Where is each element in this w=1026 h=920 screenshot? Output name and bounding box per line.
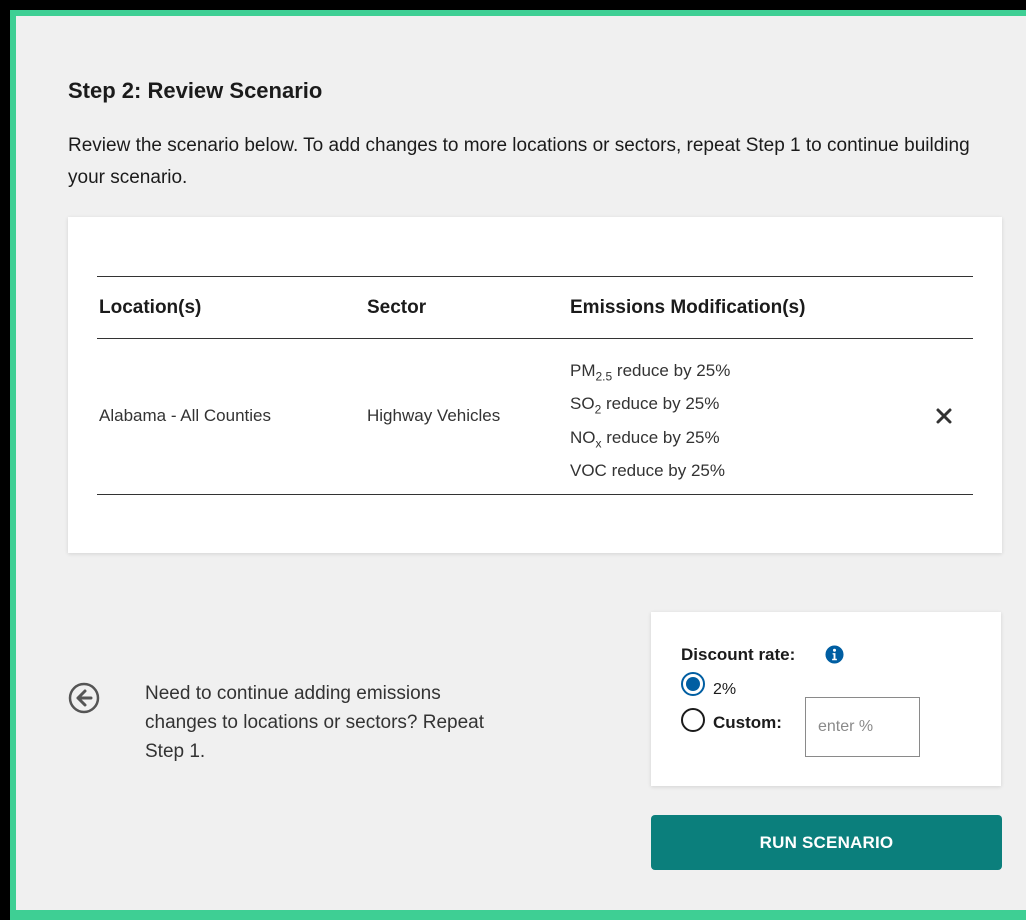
modification-pm25: PM2.5 reduce by 25% <box>570 357 730 390</box>
pollutant-name: PM <box>570 361 596 380</box>
pollutant-name: VOC <box>570 461 607 481</box>
cell-location: Alabama - All Counties <box>99 406 271 425</box>
scenario-table: Location(s) Sector Emissions Modificatio… <box>97 276 973 495</box>
discount-rate-card: Discount rate: 2% Custom: <box>651 612 1001 786</box>
pollutant-name: SO <box>570 394 595 414</box>
discount-2-percent-radio[interactable] <box>681 672 705 696</box>
modification-nox: NOx reduce by 25% <box>570 424 730 457</box>
close-icon <box>936 408 952 424</box>
arrow-left-circle-icon[interactable] <box>68 682 100 714</box>
repeat-step-1-hint: Need to continue adding emissions change… <box>145 683 485 762</box>
cell-emissions-modifications: PM2.5 reduce by 25% SO2 reduce by 25% NO… <box>570 357 730 485</box>
pollutant-name: NO <box>570 427 596 447</box>
cell-sector: Highway Vehicles <box>367 406 501 425</box>
discount-rate-label: Discount rate: <box>681 645 796 664</box>
modification-text: reduce by 25% <box>601 394 720 414</box>
header-sector: Sector <box>367 297 427 318</box>
discount-2-percent-label[interactable]: 2% <box>713 681 736 699</box>
table-header-row: Location(s) Sector Emissions Modificatio… <box>97 277 973 339</box>
remove-row-button[interactable] <box>933 405 955 427</box>
header-emissions-modifications: Emissions Modification(s) <box>570 297 806 318</box>
step-description: Review the scenario below. To add change… <box>68 135 970 188</box>
page-title: Step 2: Review Scenario <box>68 78 323 103</box>
discount-custom-label[interactable]: Custom: <box>713 713 782 733</box>
custom-discount-input[interactable] <box>805 697 920 757</box>
info-icon[interactable] <box>825 645 844 664</box>
discount-custom-radio[interactable] <box>681 708 705 732</box>
modification-voc: VOC reduce by 25% <box>570 457 730 485</box>
modification-text: reduce by 25% <box>612 361 731 380</box>
scenario-summary-card: Location(s) Sector Emissions Modificatio… <box>68 217 1002 553</box>
modification-text: reduce by 25% <box>601 427 720 447</box>
modification-text: reduce by 25% <box>606 461 725 481</box>
run-scenario-button[interactable]: RUN SCENARIO <box>651 815 1002 870</box>
header-locations: Location(s) <box>99 297 202 318</box>
pollutant-subscript: 2.5 <box>595 369 613 384</box>
table-row: Alabama - All Counties Highway Vehicles … <box>97 339 973 494</box>
modification-so2: SO2 reduce by 25% <box>570 390 730 423</box>
